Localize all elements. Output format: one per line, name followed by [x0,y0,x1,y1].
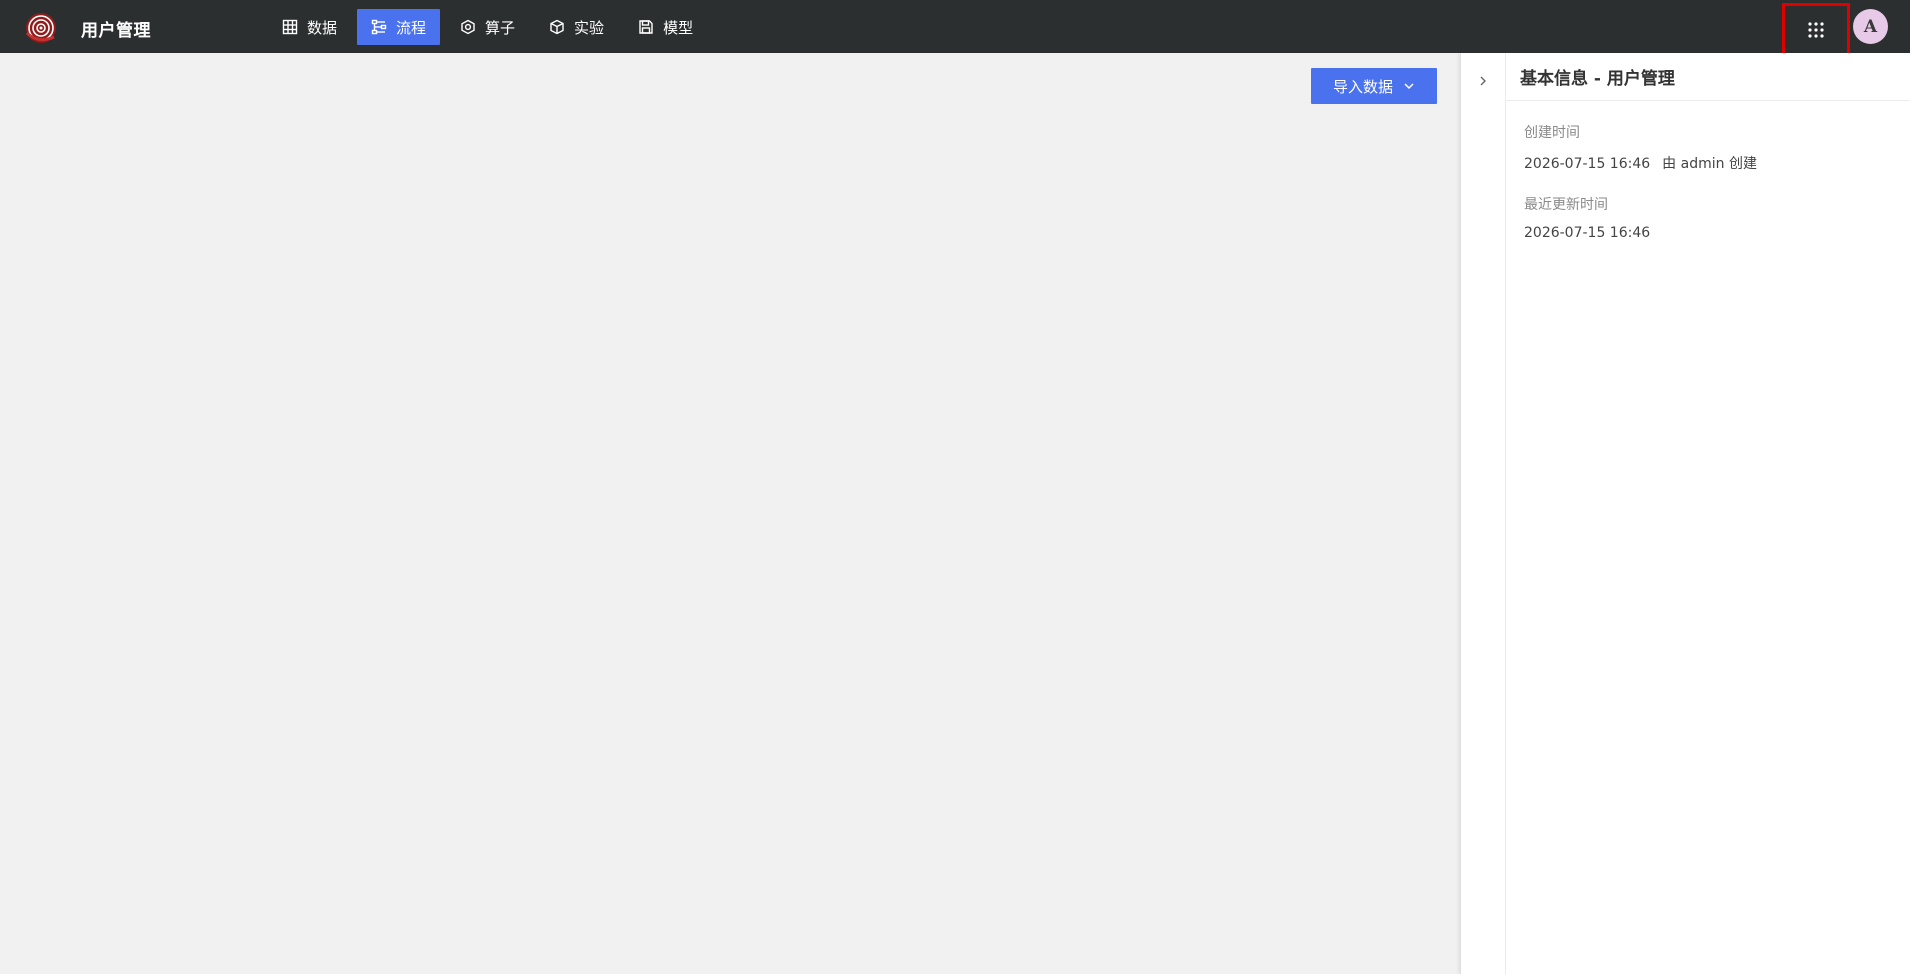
nav-item-operator[interactable]: 算子 [446,9,529,45]
panel-collapse-strip [1460,53,1506,974]
created-time-label: 创建时间 [1524,125,1580,141]
updated-time-label: 最近更新时间 [1524,197,1608,213]
created-time-value: 2026-07-15 16:46 由 admin 创建 [1524,153,1892,173]
app-grid-button[interactable] [1782,3,1850,57]
app-logo-icon[interactable] [24,11,58,45]
hexagon-icon [461,19,475,35]
user-avatar[interactable]: A [1853,9,1888,44]
cube-icon [550,19,564,35]
import-data-button[interactable]: 导入数据 [1311,68,1437,104]
created-time: 2026-07-15 16:46 [1524,156,1651,172]
nav-item-label: 模型 [663,18,694,37]
collapse-panel-button[interactable] [1473,71,1493,91]
nav-item-label: 实验 [574,18,605,37]
app-title: 用户管理 [81,21,151,41]
table-icon [282,19,298,35]
nav-item-experiment[interactable]: 实验 [535,9,618,45]
nav-item-model[interactable]: 模型 [624,9,707,45]
flow-icon [371,19,387,35]
main-nav: 数据 流程 算子 实验 模型 [268,9,713,45]
chevron-right-icon [1480,76,1486,86]
grid-icon [1808,22,1824,38]
top-navigation-bar: 用户管理 数据 流程 算子 实验 模型 A [0,0,1910,57]
info-panel: 基本信息 - 用户管理 创建时间 2026-07-15 16:46 由 admin… [1506,53,1910,974]
nav-item-flow[interactable]: 流程 [357,9,441,45]
nav-item-label: 算子 [485,18,516,37]
nav-item-data[interactable]: 数据 [268,9,351,45]
nav-item-label: 流程 [396,18,427,37]
updated-time-value: 2026-07-15 16:46 [1524,225,1651,241]
panel-body: 创建时间 2026-07-15 16:46 由 admin 创建 最近更新时间 2… [1506,122,1910,241]
nav-item-label: 数据 [307,18,338,37]
panel-title: 基本信息 - 用户管理 [1506,53,1910,101]
flow-canvas[interactable] [0,53,1460,974]
import-data-label: 导入数据 [1332,77,1393,96]
save-icon [639,20,653,34]
chevron-down-icon [1404,83,1414,90]
created-by: 由 admin 创建 [1662,156,1757,172]
